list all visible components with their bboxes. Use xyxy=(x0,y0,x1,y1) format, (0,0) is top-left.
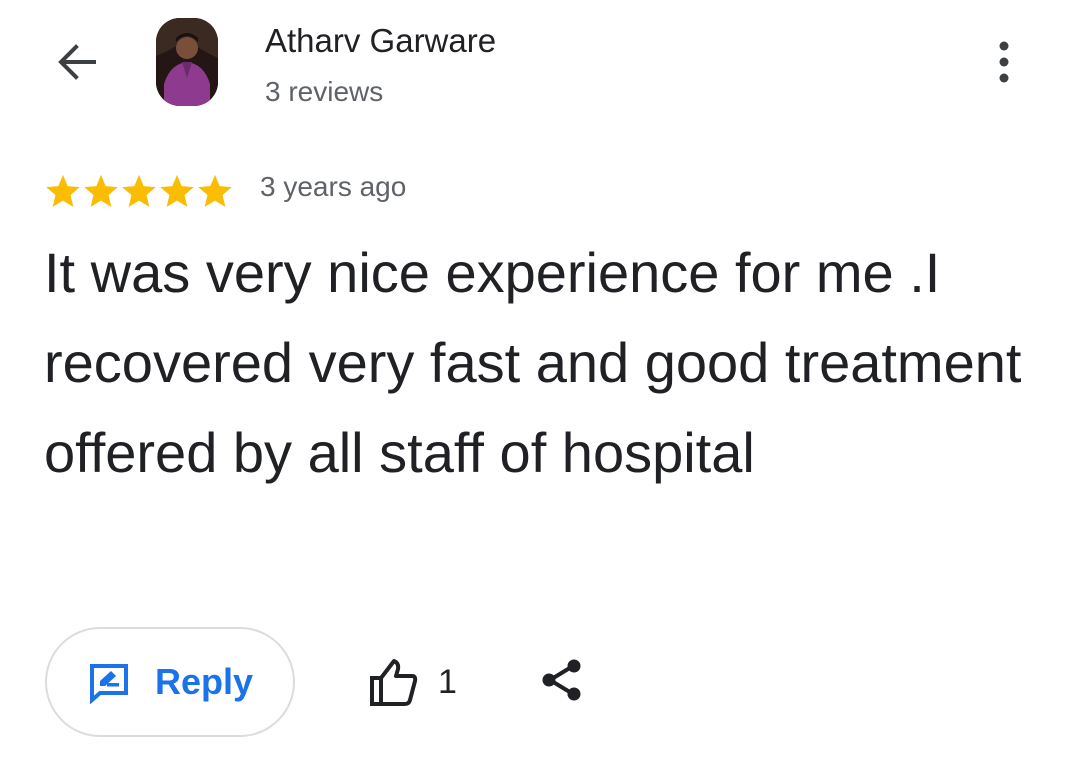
thumb-up-icon xyxy=(368,656,420,708)
back-button[interactable] xyxy=(44,36,108,92)
author-name[interactable]: Atharv Garware xyxy=(265,22,496,60)
star-icon xyxy=(46,174,80,207)
more-vert-icon xyxy=(997,40,1011,89)
share-button[interactable] xyxy=(534,654,590,710)
like-button[interactable]: 1 xyxy=(368,652,457,712)
star-rating xyxy=(44,172,234,210)
star-icon xyxy=(122,174,156,207)
star-icon xyxy=(198,174,232,207)
author-reviews-count: 3 reviews xyxy=(265,76,384,107)
more-options-button[interactable] xyxy=(976,36,1032,92)
reply-label: Reply xyxy=(154,661,254,702)
reply-button[interactable]: Reply xyxy=(45,627,295,737)
review-text: It was very nice experience for me .I re… xyxy=(44,241,1022,484)
star-icon xyxy=(160,174,194,207)
arrow-back-icon xyxy=(52,38,100,91)
star-icon xyxy=(84,174,118,207)
review-date: 3 years ago xyxy=(260,171,407,202)
reply-icon xyxy=(87,660,131,704)
avatar[interactable] xyxy=(156,18,218,106)
like-count: 1 xyxy=(438,662,457,701)
share-icon xyxy=(539,657,585,708)
